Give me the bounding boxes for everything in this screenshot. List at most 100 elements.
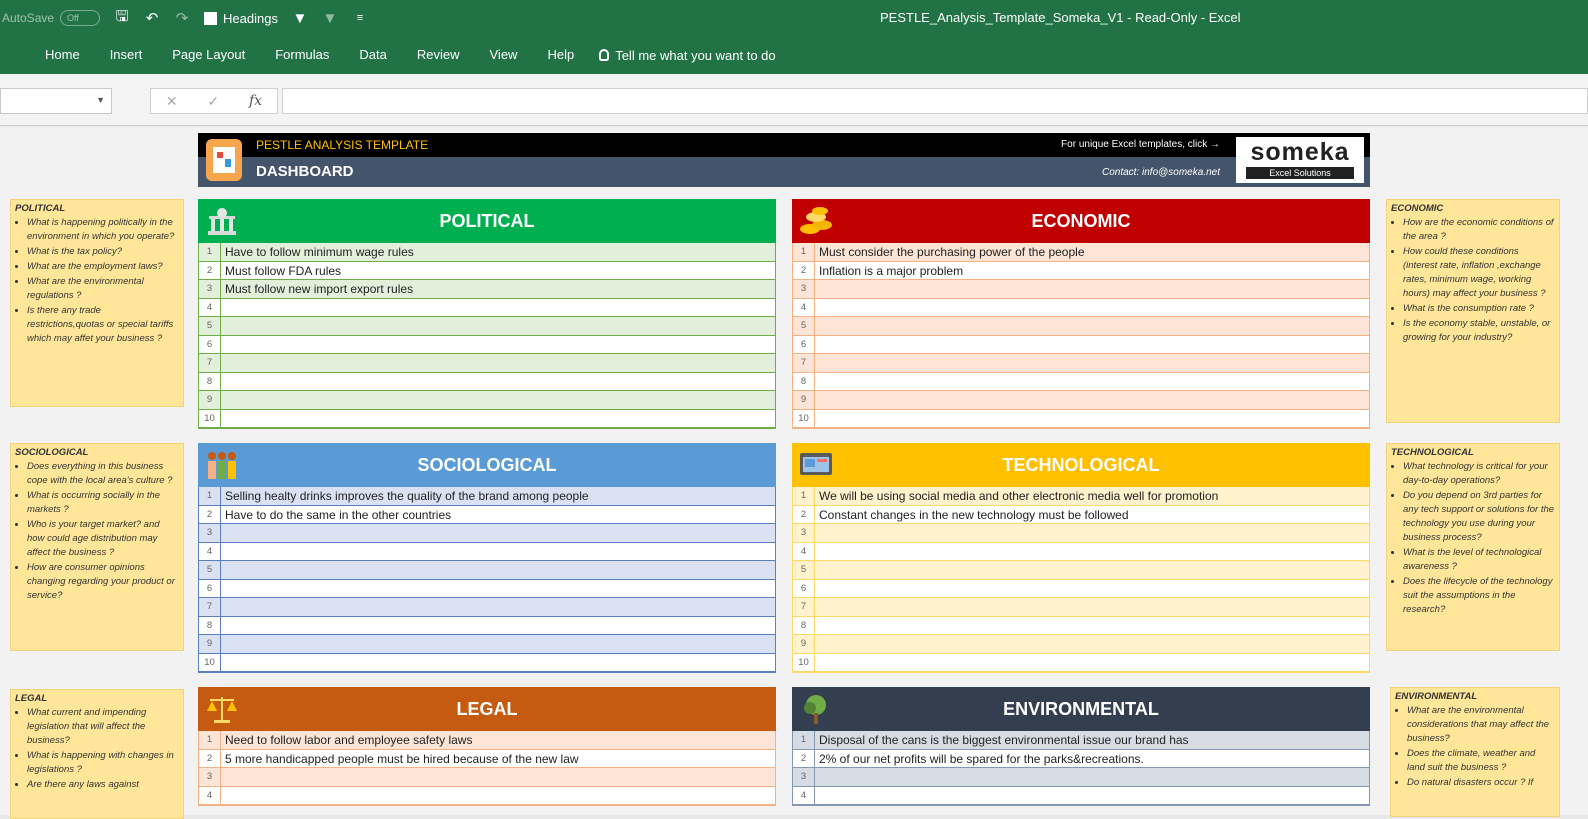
customize-toolbar-icon[interactable]: ≡ — [352, 10, 368, 26]
row-cell[interactable] — [815, 391, 1369, 409]
table-row[interactable]: 5 — [199, 561, 775, 580]
table-row[interactable]: 2 Constant changes in the new technology … — [793, 505, 1369, 524]
filter-icon[interactable]: ▼ — [292, 10, 308, 27]
tab-help[interactable]: Help — [532, 36, 589, 74]
table-row[interactable]: 6 — [199, 335, 775, 354]
table-row[interactable]: 7 — [199, 598, 775, 617]
row-cell[interactable] — [221, 617, 775, 635]
formula-input[interactable] — [282, 88, 1588, 114]
table-row[interactable]: 2 2% of our net profits will be spared fo… — [793, 749, 1369, 768]
someka-logo[interactable]: someka Excel Solutions — [1236, 137, 1364, 183]
contact-email[interactable]: Contact: info@someka.net — [1102, 167, 1220, 178]
row-cell[interactable] — [221, 787, 775, 805]
row-cell[interactable]: Need to follow labor and employee safety… — [221, 731, 775, 749]
table-row[interactable]: 3 — [793, 768, 1369, 787]
row-cell[interactable] — [815, 524, 1369, 542]
row-cell[interactable] — [221, 543, 775, 561]
table-row[interactable]: 7 — [199, 354, 775, 373]
row-cell[interactable] — [815, 299, 1369, 317]
table-row[interactable]: 7 — [793, 598, 1369, 617]
row-cell[interactable] — [221, 317, 775, 335]
table-row[interactable]: 4 — [793, 786, 1369, 805]
row-cell[interactable]: Must follow FDA rules — [221, 262, 775, 280]
table-row[interactable]: 10 — [793, 653, 1369, 672]
row-cell[interactable] — [815, 654, 1369, 672]
table-row[interactable]: 3 — [793, 280, 1369, 299]
table-row[interactable]: 9 — [793, 391, 1369, 410]
row-cell[interactable]: Must follow new import export rules — [221, 280, 775, 298]
row-cell[interactable] — [815, 580, 1369, 598]
table-row[interactable]: 10 — [199, 409, 775, 428]
row-cell[interactable] — [815, 598, 1369, 616]
row-cell[interactable] — [221, 354, 775, 372]
tab-review[interactable]: Review — [402, 36, 475, 74]
enter-icon[interactable]: ✓ — [207, 93, 219, 110]
row-cell[interactable] — [221, 391, 775, 409]
save-icon[interactable]: 🖫 — [114, 8, 130, 26]
table-row[interactable]: 1 Need to follow labor and employee safet… — [199, 731, 775, 750]
row-cell[interactable] — [815, 336, 1369, 354]
table-row[interactable]: 5 — [199, 317, 775, 336]
table-row[interactable]: 3 — [199, 524, 775, 543]
undo-icon[interactable]: ↶ — [144, 10, 160, 27]
row-cell[interactable]: Constant changes in the new technology m… — [815, 506, 1369, 524]
table-row[interactable]: 4 — [199, 786, 775, 805]
table-row[interactable]: 4 — [199, 542, 775, 561]
row-cell[interactable] — [221, 410, 775, 428]
row-cell[interactable] — [221, 524, 775, 542]
table-row[interactable]: 6 — [793, 335, 1369, 354]
tell-me-search[interactable]: Tell me what you want to do — [589, 48, 776, 63]
table-row[interactable]: 6 — [793, 579, 1369, 598]
headings-checkbox[interactable]: Headings — [204, 11, 278, 26]
row-cell[interactable]: 2% of our net profits will be spared for… — [815, 750, 1369, 768]
row-cell[interactable] — [815, 410, 1369, 428]
table-row[interactable]: 2 Must follow FDA rules — [199, 261, 775, 280]
tab-view[interactable]: View — [475, 36, 533, 74]
row-cell[interactable] — [221, 654, 775, 672]
row-cell[interactable]: Inflation is a major problem — [815, 262, 1369, 280]
redo-icon[interactable]: ↷ — [174, 10, 190, 27]
row-cell[interactable] — [815, 617, 1369, 635]
row-cell[interactable]: Must consider the purchasing power of th… — [815, 243, 1369, 261]
table-row[interactable]: 1 Must consider the purchasing power of t… — [793, 243, 1369, 262]
row-cell[interactable]: Disposal of the cans is the biggest envi… — [815, 731, 1369, 749]
table-row[interactable]: 4 — [793, 298, 1369, 317]
table-row[interactable]: 3 — [793, 524, 1369, 543]
promo-link[interactable]: For unique Excel templates, click → — [1061, 139, 1220, 150]
table-row[interactable]: 3 Must follow new import export rules — [199, 280, 775, 299]
row-cell[interactable] — [815, 317, 1369, 335]
row-cell[interactable] — [221, 768, 775, 786]
table-row[interactable]: 8 — [793, 616, 1369, 635]
table-row[interactable]: 1 Selling healty drinks improves the qual… — [199, 487, 775, 506]
table-row[interactable]: 9 — [199, 635, 775, 654]
row-cell[interactable] — [221, 299, 775, 317]
table-row[interactable]: 5 — [793, 317, 1369, 336]
autosave-switch[interactable]: Off — [60, 10, 101, 26]
row-cell[interactable]: Have to follow minimum wage rules — [221, 243, 775, 261]
clear-filter-icon[interactable]: ▼ — [322, 10, 338, 27]
chevron-down-icon[interactable]: ▼ — [96, 95, 105, 105]
name-box[interactable]: ▼ — [0, 88, 112, 114]
row-cell[interactable]: We will be using social media and other … — [815, 487, 1369, 505]
table-row[interactable]: 8 — [793, 372, 1369, 391]
table-row[interactable]: 5 — [793, 561, 1369, 580]
table-row[interactable]: 8 — [199, 616, 775, 635]
cancel-icon[interactable]: ✕ — [166, 93, 178, 110]
checkbox-icon[interactable] — [204, 11, 218, 25]
row-cell[interactable] — [815, 768, 1369, 786]
table-row[interactable]: 1 We will be using social media and other… — [793, 487, 1369, 506]
tab-page-layout[interactable]: Page Layout — [157, 36, 260, 74]
table-row[interactable]: 2 Have to do the same in the other countr… — [199, 505, 775, 524]
row-cell[interactable] — [815, 373, 1369, 391]
row-cell[interactable]: Selling healty drinks improves the quali… — [221, 487, 775, 505]
row-cell[interactable] — [221, 373, 775, 391]
row-cell[interactable] — [815, 635, 1369, 653]
autosave-toggle[interactable]: AutoSave Off — [2, 10, 101, 26]
row-cell[interactable] — [221, 580, 775, 598]
table-row[interactable]: 1 Disposal of the cans is the biggest env… — [793, 731, 1369, 750]
row-cell[interactable]: Have to do the same in the other countri… — [221, 506, 775, 524]
row-cell[interactable] — [221, 336, 775, 354]
table-row[interactable]: 8 — [199, 372, 775, 391]
row-cell[interactable] — [815, 543, 1369, 561]
tab-data[interactable]: Data — [344, 36, 401, 74]
